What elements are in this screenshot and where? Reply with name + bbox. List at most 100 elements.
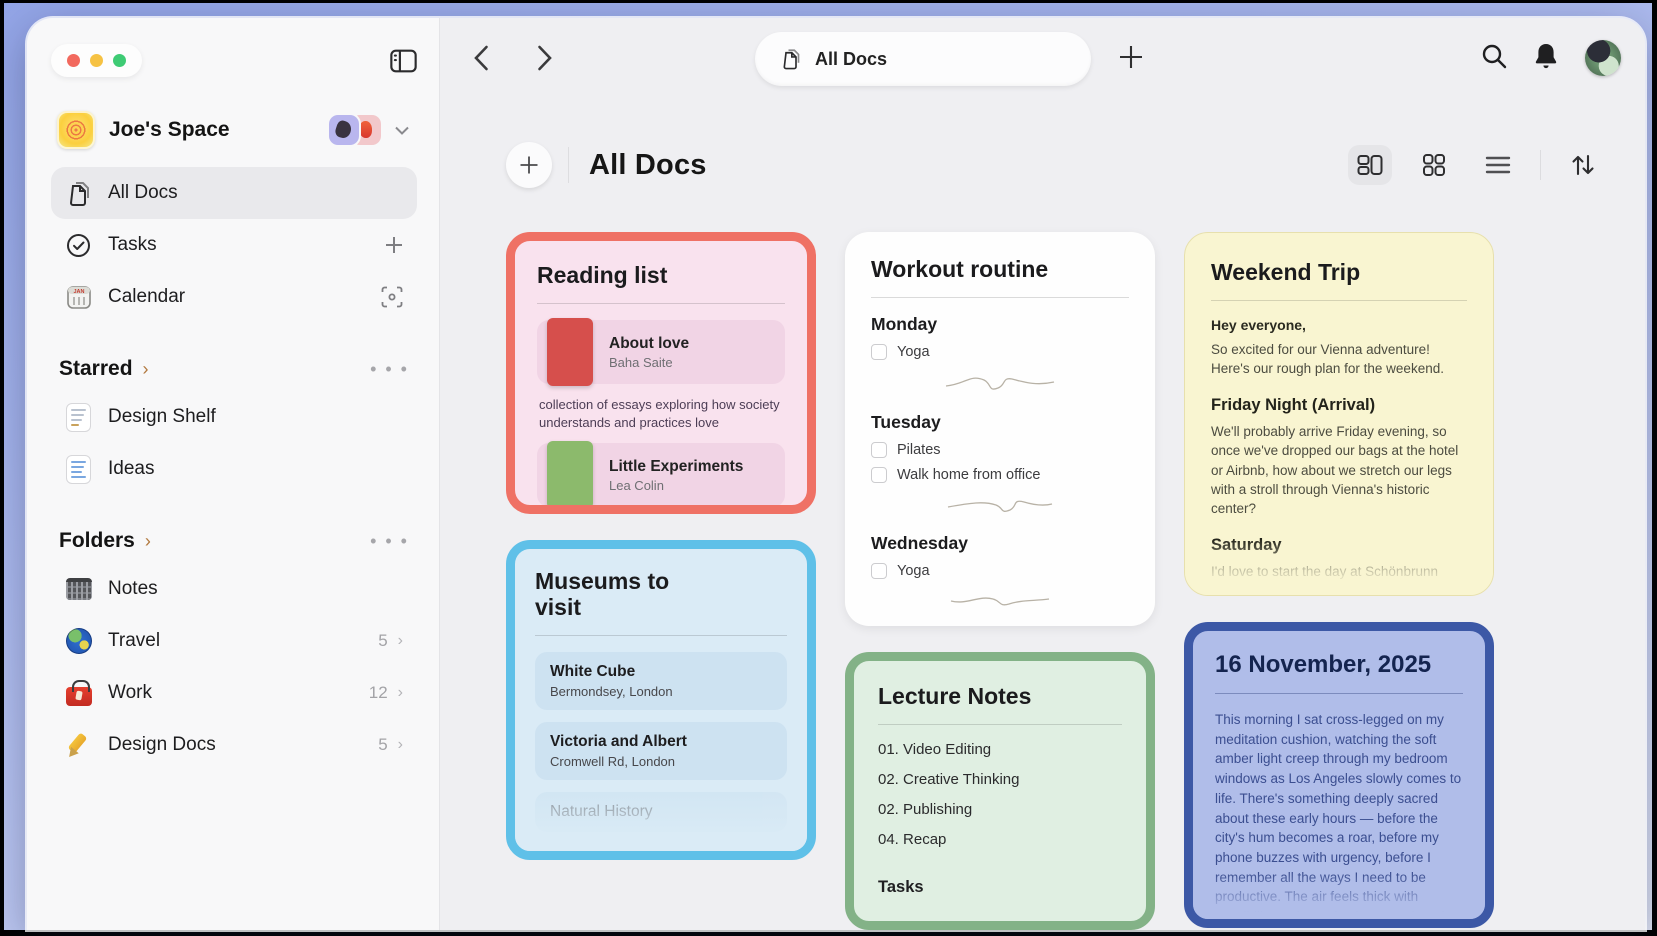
sidebar-item-work[interactable]: Work 12 › — [51, 667, 417, 719]
notifications-button[interactable] — [1533, 42, 1559, 75]
sidebar-item-label: Work — [108, 682, 152, 703]
focus-mode-button[interactable] — [381, 286, 403, 308]
task-label: Yoga — [897, 563, 930, 579]
sidebar-item-label: Calendar — [108, 286, 186, 307]
sidebar-item-calendar[interactable]: JAN Calendar — [51, 271, 417, 323]
focus-icon — [381, 286, 403, 308]
docs-icon — [65, 180, 92, 207]
sidebar-item-travel[interactable]: Travel 5 › — [51, 615, 417, 667]
sort-button[interactable] — [1561, 145, 1605, 185]
checkbox-unchecked[interactable] — [871, 442, 887, 458]
divider — [535, 634, 787, 636]
sidebar-item-ideas[interactable]: Ideas — [51, 443, 417, 495]
grid-view-button[interactable] — [1412, 145, 1456, 185]
tasks-icon — [65, 232, 92, 259]
page-heading: All Docs — [506, 142, 1605, 188]
doc-card-workout-routine[interactable]: Workout routine Monday Yoga Tuesday Pila… — [845, 232, 1155, 626]
task-item[interactable]: Walk home from office — [871, 467, 1129, 483]
workspace-members — [329, 115, 381, 145]
add-task-button[interactable] — [385, 236, 403, 254]
user-avatar[interactable] — [1585, 40, 1621, 76]
svg-text:JAN: JAN — [73, 289, 84, 295]
workspace-avatar — [57, 111, 95, 149]
book-author: Lea Colin — [609, 477, 664, 493]
new-doc-button[interactable] — [1118, 44, 1144, 75]
board-view-icon — [1357, 155, 1383, 175]
doc-card-lecture-notes[interactable]: Lecture Notes 01. Video Editing 02. Crea… — [845, 652, 1155, 930]
topbar: All Docs — [440, 18, 1645, 98]
fade-overlay — [1193, 873, 1485, 919]
board-view-button[interactable] — [1348, 145, 1392, 185]
divider — [568, 147, 569, 183]
museum-item[interactable]: Victoria and Albert Cromwell Rd, London — [535, 721, 787, 780]
current-doc-pill[interactable]: All Docs — [755, 32, 1091, 86]
document-icon — [65, 402, 92, 432]
docs-icon — [783, 49, 800, 70]
plus-icon — [386, 237, 402, 253]
section-title: Folders — [59, 529, 135, 552]
sidebar-toggle-icon[interactable] — [390, 47, 417, 74]
workspace-switcher[interactable]: Joe's Space — [51, 111, 417, 149]
museum-item[interactable]: White Cube Bermondsey, London — [535, 651, 787, 710]
close-window-button[interactable] — [67, 54, 80, 67]
task-item[interactable]: Pilates — [871, 442, 1129, 458]
app-window: Joe's Space All Docs Tasks JAN Calendar … — [27, 18, 1645, 930]
checkbox-unchecked[interactable] — [871, 563, 887, 579]
chevron-down-icon — [395, 126, 409, 135]
minimize-window-button[interactable] — [90, 54, 103, 67]
sort-arrows-icon — [1572, 154, 1594, 176]
folder-count: 12 — [368, 683, 388, 702]
sidebar-item-notes[interactable]: Notes — [51, 563, 417, 615]
section-body: We'll probably arrive Friday evening, so… — [1211, 424, 1459, 516]
back-button[interactable] — [466, 43, 496, 73]
add-doc-button[interactable] — [506, 142, 552, 188]
book-cover — [547, 318, 593, 386]
lecture-item: 02. Publishing — [878, 801, 973, 818]
search-button[interactable] — [1481, 43, 1507, 74]
chevron-right-icon: › — [142, 358, 149, 379]
museum-location: Bermondsey, London — [550, 683, 673, 699]
book-item[interactable]: About love Baha Saite — [537, 318, 785, 386]
task-label: Yoga — [897, 344, 930, 360]
section-more-button[interactable]: • • • — [370, 531, 409, 552]
sidebar-item-all-docs[interactable]: All Docs — [51, 167, 417, 219]
sidebar-section-starred[interactable]: Starred › • • • — [59, 357, 409, 381]
squiggle-divider — [945, 377, 1055, 390]
sidebar-item-label: Notes — [108, 578, 158, 599]
museum-location: Cromwell Rd, London — [550, 753, 676, 769]
sidebar-section-folders[interactable]: Folders › • • • — [59, 529, 409, 553]
task-item[interactable]: Yoga — [871, 344, 1129, 360]
bell-icon — [1535, 43, 1557, 68]
plus-icon — [1120, 46, 1142, 68]
toolbox-icon — [65, 679, 92, 707]
sidebar-item-design-docs[interactable]: Design Docs 5 › — [51, 719, 417, 771]
current-doc-label: All Docs — [815, 48, 888, 69]
day-heading: Monday — [871, 314, 938, 334]
task-item[interactable]: Yoga — [871, 563, 1129, 579]
list-view-button[interactable] — [1476, 145, 1520, 185]
sidebar-item-design-shelf[interactable]: Design Shelf — [51, 391, 417, 443]
calendar-icon: JAN — [65, 284, 92, 311]
zoom-window-button[interactable] — [113, 54, 126, 67]
doc-card-journal[interactable]: 16 November, 2025 This morning I sat cro… — [1184, 622, 1494, 928]
book-item[interactable]: Little Experiments Lea Colin — [537, 441, 785, 505]
forward-button[interactable] — [530, 43, 560, 73]
checkbox-unchecked[interactable] — [871, 467, 887, 483]
chevron-right-icon: › — [144, 530, 151, 551]
book-title: About love — [609, 334, 690, 352]
sidebar-item-tasks[interactable]: Tasks — [51, 219, 417, 271]
card-title: Museums to visit — [535, 568, 670, 620]
plus-icon — [520, 156, 538, 174]
doc-card-weekend-trip[interactable]: Weekend Trip Hey everyone, So excited fo… — [1184, 232, 1494, 596]
sidebar-item-label: Design Shelf — [108, 406, 216, 427]
fade-overlay — [515, 793, 807, 851]
divider — [537, 303, 785, 304]
lecture-item: 01. Video Editing — [878, 741, 992, 758]
section-title: Starred — [59, 357, 133, 380]
list-view-icon — [1485, 156, 1511, 174]
doc-card-museums[interactable]: Museums to visit White Cube Bermondsey, … — [506, 540, 816, 860]
checkbox-unchecked[interactable] — [871, 344, 887, 360]
doc-card-reading-list[interactable]: Reading list About love Baha Saite colle… — [506, 232, 816, 514]
section-more-button[interactable]: • • • — [370, 359, 409, 380]
pencil-icon — [65, 732, 92, 759]
